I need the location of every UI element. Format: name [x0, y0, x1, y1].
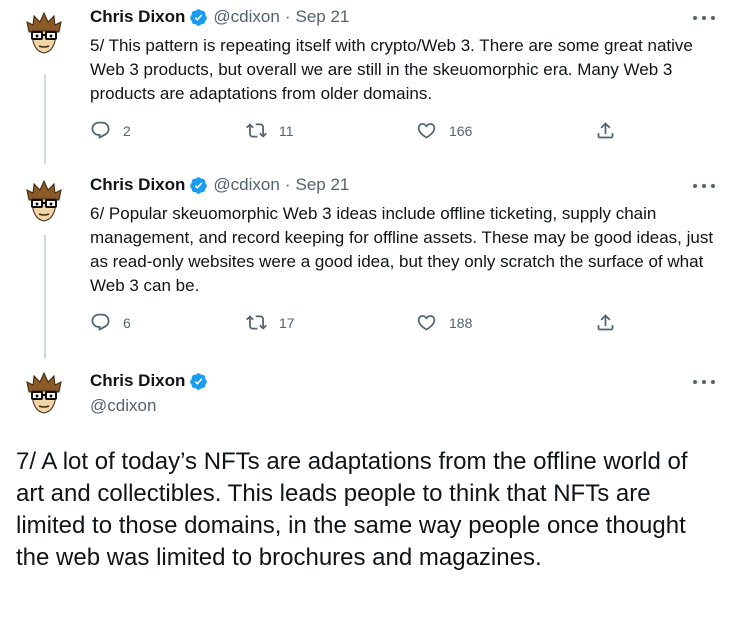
heart-icon: [417, 123, 436, 139]
avatar[interactable]: [20, 178, 68, 226]
reply-button[interactable]: 2: [90, 120, 131, 141]
retweet-button[interactable]: 17: [246, 312, 295, 333]
verified-badge-icon: [189, 176, 208, 195]
avatar[interactable]: [20, 370, 68, 418]
author-name[interactable]: Chris Dixon: [90, 371, 185, 391]
share-button[interactable]: [595, 120, 628, 141]
author-handle[interactable]: @cdixon: [213, 7, 279, 27]
thread-line: [44, 235, 46, 359]
author-handle[interactable]: @cdixon: [90, 396, 156, 416]
author-name[interactable]: Chris Dixon: [90, 7, 185, 27]
avatar[interactable]: [20, 10, 68, 58]
verified-badge-icon: [189, 372, 208, 391]
author-handle[interactable]: @cdixon: [213, 175, 279, 195]
share-icon: [597, 122, 614, 139]
retweet-count: 17: [279, 314, 295, 331]
verified-badge-icon: [189, 8, 208, 27]
tweet-date[interactable]: Sep 21: [295, 7, 349, 27]
like-button[interactable]: 188: [416, 312, 472, 333]
tweet-header: Chris Dixon @cdixon · Sep 21: [90, 5, 349, 29]
tweet-header: Chris Dixon: [90, 369, 208, 393]
separator-dot: ·: [284, 175, 291, 194]
retweet-icon: [246, 315, 267, 330]
share-icon: [597, 314, 614, 331]
reply-icon: [91, 121, 110, 139]
more-icon[interactable]: [693, 375, 715, 389]
tweet-text: 6/ Popular skeuomorphic Web 3 ideas incl…: [90, 204, 714, 295]
like-button[interactable]: 166: [416, 120, 472, 141]
tweet-header: Chris Dixon @cdixon · Sep 21: [90, 173, 349, 197]
tweet-text: 5/ This pattern is repeating itself with…: [90, 36, 693, 103]
tweet-date[interactable]: Sep 21: [295, 175, 349, 195]
tweet-actions: 2 11 166: [90, 120, 630, 144]
tweet-actions: 6 17 188: [90, 312, 630, 336]
thread-line: [44, 74, 46, 164]
more-icon[interactable]: [693, 179, 715, 193]
heart-icon: [417, 315, 436, 331]
separator-dot: ·: [284, 7, 291, 26]
retweet-count: 11: [279, 122, 294, 139]
retweet-icon: [246, 123, 267, 138]
like-count: 188: [449, 314, 473, 331]
reply-count: 2: [123, 122, 131, 139]
share-button[interactable]: [595, 312, 628, 333]
author-name[interactable]: Chris Dixon: [90, 175, 185, 195]
reply-button[interactable]: 6: [90, 312, 131, 333]
like-count: 166: [449, 122, 473, 139]
retweet-button[interactable]: 11: [246, 120, 294, 141]
more-icon[interactable]: [693, 11, 715, 25]
reply-count: 6: [123, 314, 131, 331]
main-tweet-text: 7/ A lot of today’s NFTs are adaptations…: [16, 448, 688, 571]
reply-icon: [91, 313, 110, 331]
